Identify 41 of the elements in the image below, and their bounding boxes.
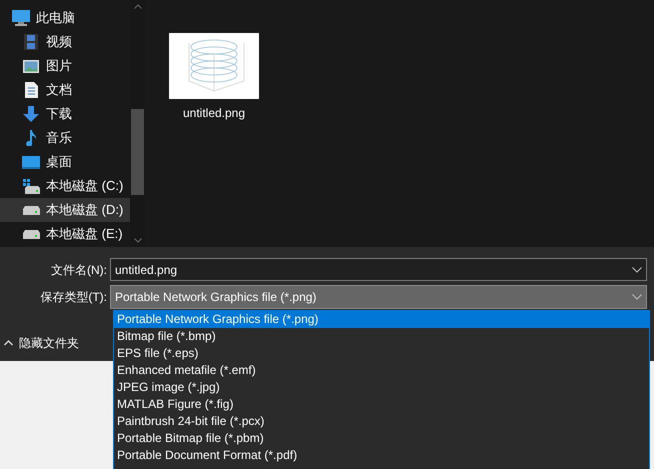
computer-icon (12, 10, 30, 26)
film-icon (24, 34, 38, 50)
nav-item[interactable]: 音乐 (0, 126, 130, 150)
scroll-up-icon[interactable] (134, 4, 142, 9)
nav-item[interactable]: 下载 (0, 102, 130, 126)
chevron-down-icon[interactable] (632, 267, 642, 273)
document-icon (24, 82, 38, 98)
nav-item[interactable]: 本地磁盘 (E:) (0, 222, 130, 246)
filetype-option[interactable]: MATLAB Figure (*.fig) (114, 396, 649, 413)
drive-icon (22, 178, 40, 194)
nav-item[interactable]: 文档 (0, 78, 130, 102)
nav-item[interactable]: 桌面 (0, 150, 130, 174)
scrollbar-thumb[interactable] (131, 109, 144, 195)
filetype-option[interactable]: Enhanced metafile (*.emf) (114, 362, 649, 379)
nav-item[interactable]: 本地磁盘 (D:) (0, 198, 130, 222)
desktop-icon (22, 156, 40, 168)
filetype-option[interactable]: Portable Bitmap file (*.pbm) (114, 430, 649, 447)
nav-item[interactable]: 图片 (0, 54, 130, 78)
picture-icon (23, 60, 39, 72)
filetype-option[interactable]: Bitmap file (*.bmp) (114, 328, 649, 345)
file-name[interactable]: untitled.png (182, 104, 246, 122)
nav-item[interactable]: 视频 (0, 30, 130, 54)
drive-icon (22, 206, 40, 214)
filename-label: 文件名(N): (50, 262, 108, 278)
filetype-option[interactable]: Portable Network Graphics file (*.png) (114, 311, 649, 328)
down-arrow-icon (23, 106, 39, 122)
nav-item[interactable]: 本地磁盘 (C:) (0, 174, 130, 198)
chevron-up-icon (4, 340, 13, 346)
filetype-dropdown[interactable]: Portable Network Graphics file (*.png) (110, 285, 647, 309)
filetype-option[interactable]: JPEG image (*.jpg) (114, 379, 649, 396)
filetype-option[interactable]: Portable Document Format (*.pdf) (114, 447, 649, 464)
hide-folders-toggle[interactable]: 隐藏文件夹 (4, 334, 79, 352)
drive-icon (22, 230, 40, 238)
filetype-option[interactable]: EPS file (*.eps) (114, 345, 649, 362)
nav-item[interactable]: 此电脑 (0, 6, 130, 30)
filetype-label: 保存类型(T): (39, 289, 108, 306)
plot-thumbnail[interactable] (169, 33, 259, 99)
filetype-option[interactable]: Paintbrush 24-bit file (*.pcx) (114, 413, 649, 430)
music-note-icon (26, 130, 36, 146)
scroll-down-icon[interactable] (134, 238, 142, 243)
filename-field[interactable]: untitled.png (110, 258, 647, 281)
